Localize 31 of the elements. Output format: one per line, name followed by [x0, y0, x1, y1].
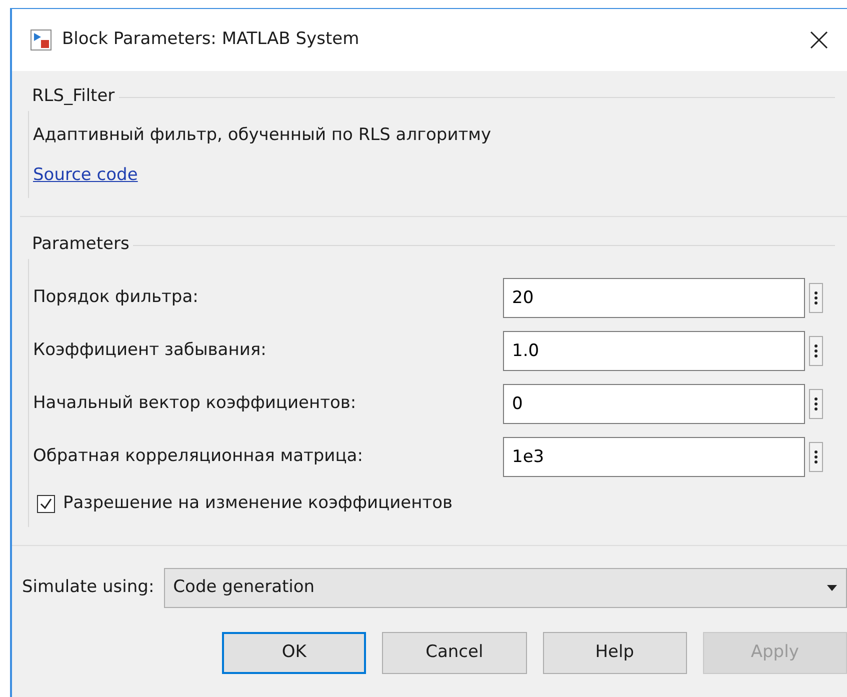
- field-label: Коэффициент забывания:: [33, 338, 268, 362]
- more-button[interactable]: [809, 442, 823, 472]
- window-title: Block Parameters: MATLAB System: [62, 28, 360, 52]
- more-icon: [814, 396, 818, 412]
- field-label: Обратная корреляционная матрица:: [33, 444, 364, 468]
- input-field[interactable]: 20: [503, 278, 805, 318]
- close-icon: [809, 30, 829, 50]
- dialog-button[interactable]: Cancel: [382, 632, 527, 674]
- checkbox[interactable]: [37, 494, 55, 513]
- group-title: RLS_Filter: [32, 85, 115, 108]
- more-icon: [814, 448, 818, 464]
- source-code-link[interactable]: Source code: [33, 164, 138, 184]
- dialog-button[interactable]: OK: [222, 632, 366, 674]
- dialog-button[interactable]: Help: [542, 632, 687, 674]
- more-button[interactable]: [809, 336, 823, 366]
- more-icon: [814, 290, 818, 306]
- input-field[interactable]: 1.0: [503, 330, 805, 370]
- checkbox-label: Разрешение на изменение коэффициентов: [63, 492, 453, 515]
- field-label: Начальный вектор коэффициентов:: [33, 392, 358, 415]
- field-label: Порядок фильтра:: [33, 286, 200, 309]
- caret-icon: [826, 584, 838, 592]
- simulate-dropdown[interactable]: Code generation: [164, 568, 847, 608]
- simulate-label: Simulate using:: [22, 576, 154, 599]
- more-button[interactable]: [809, 282, 823, 312]
- more-button[interactable]: [809, 388, 823, 418]
- description-text: Адаптивный фильтр, обученный по RLS алгоритму: [33, 125, 492, 145]
- app-icon: [30, 29, 52, 51]
- more-icon: [814, 342, 818, 358]
- input-field[interactable]: 1e3: [503, 436, 805, 476]
- group-title: Parameters: [32, 233, 130, 256]
- input-field[interactable]: 0: [503, 384, 805, 424]
